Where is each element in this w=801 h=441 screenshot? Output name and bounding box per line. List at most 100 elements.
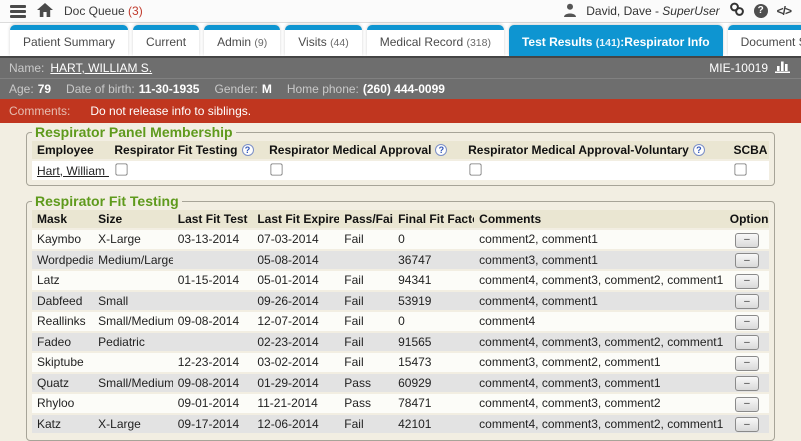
user-icon bbox=[563, 3, 577, 20]
row-options-button[interactable]: – bbox=[735, 233, 759, 248]
row-options-button[interactable]: – bbox=[735, 253, 759, 268]
mask-cell: Kaymbo bbox=[32, 229, 93, 250]
last-fit-expires-cell: 07-03-2014 bbox=[252, 229, 339, 250]
pass-fail-cell: Fail bbox=[339, 270, 393, 291]
row-options-button[interactable]: – bbox=[735, 315, 759, 330]
patient-record-id: MIE-10019 bbox=[709, 61, 768, 75]
comments-cell: comment4, comment1 bbox=[474, 291, 725, 312]
row-options-button[interactable]: – bbox=[735, 376, 759, 391]
table-row: WordpediaMedium/Large05-08-201436747comm… bbox=[32, 250, 769, 271]
help-icon[interactable]: ? bbox=[435, 144, 447, 156]
comments-cell: comment4 bbox=[474, 311, 725, 332]
membership-row: Hart, William S. bbox=[32, 160, 769, 180]
tab-medical-record[interactable]: Medical Record (318) bbox=[367, 25, 504, 56]
tab-document-summary[interactable]: Document Summary (327) bbox=[728, 25, 801, 56]
tab-visits[interactable]: Visits (44) bbox=[285, 25, 361, 56]
tab-test-results-respirator-info[interactable]: Test Results (141):Respirator Info bbox=[509, 25, 723, 56]
table-row: Latz01-15-201405-01-2014Fail94341comment… bbox=[32, 270, 769, 291]
table-row: Rhyloo09-01-201411-21-2014Pass78471comme… bbox=[32, 393, 769, 414]
size-cell bbox=[93, 393, 173, 414]
col-comments: Comments bbox=[474, 210, 725, 229]
fit-testing-header-row: Mask Size Last Fit Test Last Fit Expires… bbox=[32, 210, 769, 229]
col-final-fit-factor: Final Fit Factor bbox=[393, 210, 474, 229]
row-options-button[interactable]: – bbox=[735, 294, 759, 309]
col-pass-fail: Pass/Fail bbox=[339, 210, 393, 229]
gender-field: Gender:M bbox=[214, 82, 271, 96]
table-row: KatzX-Large09-17-201412-06-2014Fail42101… bbox=[32, 414, 769, 435]
final-fit-factor-cell: 53919 bbox=[393, 291, 474, 312]
col-last-fit-expires: Last Fit Expires bbox=[252, 210, 339, 229]
link-icon[interactable] bbox=[729, 2, 745, 20]
col-respirator-medical-approval: Respirator Medical Approval? bbox=[264, 141, 463, 160]
help-icon[interactable]: ? bbox=[754, 4, 768, 18]
top-navigation-bar: Doc Queue (3) David, Dave - SuperUser ? … bbox=[0, 0, 801, 23]
row-options-button[interactable]: – bbox=[735, 356, 759, 371]
size-cell: Small bbox=[93, 291, 173, 312]
last-fit-expires-cell: 05-08-2014 bbox=[252, 250, 339, 271]
panel-membership-table: Employee Respirator Fit Testing? Respira… bbox=[32, 141, 769, 180]
row-options-button[interactable]: – bbox=[735, 274, 759, 289]
comments-cell: comment4, comment3, comment1 bbox=[474, 373, 725, 394]
col-options: Options bbox=[725, 210, 769, 229]
panel-membership-legend: Respirator Panel Membership bbox=[32, 124, 236, 140]
comments-cell: comment4, comment3, comment2 bbox=[474, 393, 725, 414]
final-fit-factor-cell: 78471 bbox=[393, 393, 474, 414]
mask-cell: Fadeo bbox=[32, 332, 93, 353]
options-cell: – bbox=[725, 229, 769, 250]
name-label: Name: bbox=[9, 61, 44, 75]
help-icon[interactable]: ? bbox=[242, 144, 254, 156]
comments-cell: comment4, comment3, comment2, comment1 bbox=[474, 414, 725, 435]
last-fit-expires-cell: 01-29-2014 bbox=[252, 373, 339, 394]
table-row: FadeoPediatric02-23-2014Fail91565comment… bbox=[32, 332, 769, 353]
options-cell: – bbox=[725, 373, 769, 394]
last-fit-expires-cell: 02-23-2014 bbox=[252, 332, 339, 353]
final-fit-factor-cell: 0 bbox=[393, 229, 474, 250]
tab-current[interactable]: Current bbox=[133, 25, 199, 56]
patient-demographics-bar: Age:79 Date of birth:11-30-1935 Gender:M… bbox=[0, 78, 801, 99]
col-scba: SCBA? bbox=[728, 141, 769, 160]
menu-icon[interactable] bbox=[10, 5, 26, 18]
last-fit-test-cell: 12-23-2014 bbox=[173, 352, 253, 373]
fit-testing-checkbox[interactable] bbox=[116, 163, 128, 175]
flowsheet-chart-icon[interactable] bbox=[775, 60, 792, 76]
table-row: KaymboX-Large03-13-201407-03-2014Fail0co… bbox=[32, 229, 769, 250]
employee-link[interactable]: Hart, William S. bbox=[37, 164, 109, 178]
medical-approval-checkbox[interactable] bbox=[270, 163, 282, 175]
medical-approval-voluntary-checkbox[interactable] bbox=[469, 163, 481, 175]
last-fit-test-cell: 09-01-2014 bbox=[173, 393, 253, 414]
membership-header-row: Employee Respirator Fit Testing? Respira… bbox=[32, 141, 769, 160]
size-cell: Small/Medium bbox=[93, 373, 173, 394]
col-employee: Employee bbox=[32, 141, 109, 160]
code-icon[interactable]: </> bbox=[777, 4, 791, 18]
tab-admin[interactable]: Admin (9) bbox=[204, 25, 280, 56]
patient-chart-tabs: Patient Summary Current Admin (9) Visits… bbox=[0, 23, 801, 56]
options-cell: – bbox=[725, 291, 769, 312]
doc-queue-link[interactable]: Doc Queue (3) bbox=[64, 4, 143, 18]
mask-cell: Wordpedia bbox=[32, 250, 93, 271]
last-fit-expires-cell: 12-07-2014 bbox=[252, 311, 339, 332]
patient-name-link[interactable]: HART, WILLIAM S. bbox=[50, 61, 152, 75]
tab-patient-summary[interactable]: Patient Summary bbox=[10, 25, 128, 56]
final-fit-factor-cell: 60929 bbox=[393, 373, 474, 394]
table-row: DabfeedSmall09-26-2014Fail53919comment4,… bbox=[32, 291, 769, 312]
pass-fail-cell bbox=[339, 250, 393, 271]
last-fit-test-cell: 09-17-2014 bbox=[173, 414, 253, 435]
row-options-button[interactable]: – bbox=[735, 335, 759, 350]
pass-fail-cell: Fail bbox=[339, 352, 393, 373]
final-fit-factor-cell: 0 bbox=[393, 311, 474, 332]
row-options-button[interactable]: – bbox=[735, 397, 759, 412]
row-options-button[interactable]: – bbox=[735, 417, 759, 432]
help-icon[interactable]: ? bbox=[693, 144, 705, 156]
final-fit-factor-cell: 91565 bbox=[393, 332, 474, 353]
pass-fail-cell: Fail bbox=[339, 332, 393, 353]
col-respirator-fit-testing: Respirator Fit Testing? bbox=[109, 141, 264, 160]
size-cell bbox=[93, 270, 173, 291]
last-fit-expires-cell: 12-06-2014 bbox=[252, 414, 339, 435]
comments-text: Do not release info to siblings. bbox=[90, 104, 251, 118]
current-user-link[interactable]: David, Dave - SuperUser bbox=[586, 4, 719, 18]
home-icon[interactable] bbox=[37, 3, 53, 20]
options-cell: – bbox=[725, 352, 769, 373]
last-fit-test-cell: 09-08-2014 bbox=[173, 311, 253, 332]
last-fit-expires-cell: 03-02-2014 bbox=[252, 352, 339, 373]
scba-checkbox[interactable] bbox=[735, 163, 747, 175]
